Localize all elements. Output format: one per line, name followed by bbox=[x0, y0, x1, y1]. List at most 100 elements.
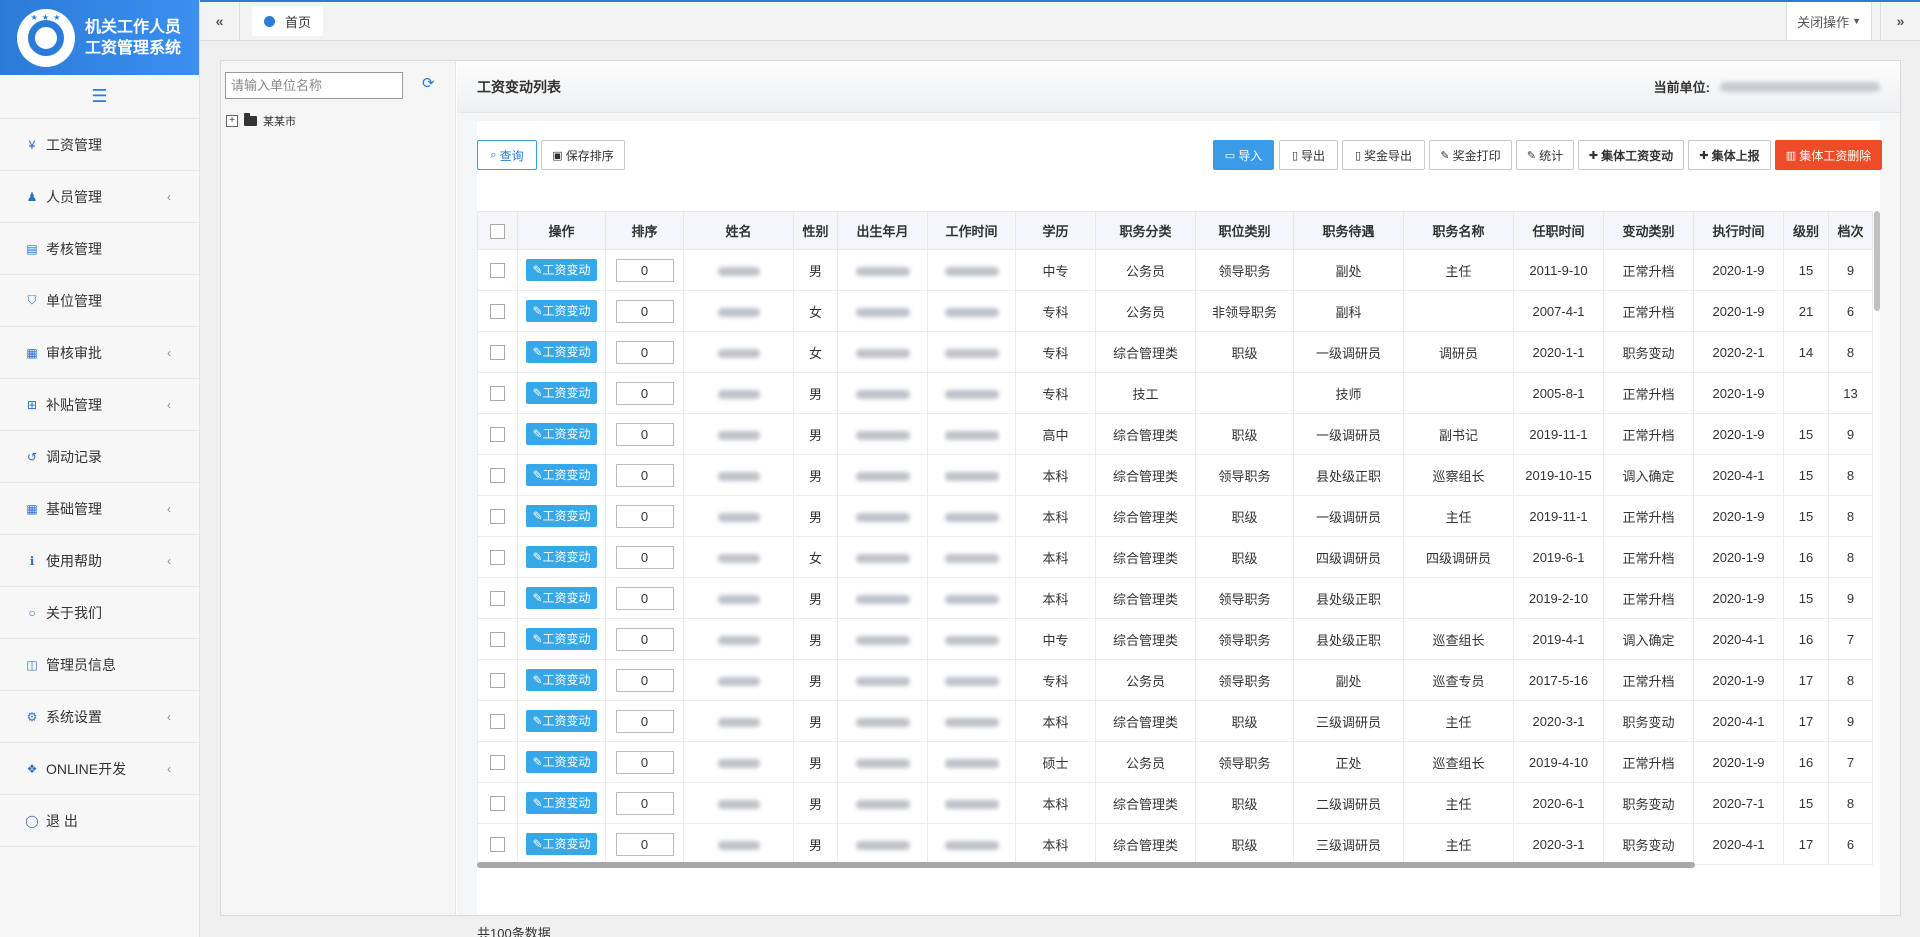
row-select-cell[interactable] bbox=[477, 495, 518, 537]
sort-input[interactable] bbox=[615, 258, 674, 282]
salary-change-button[interactable]: ✎工资变动 bbox=[526, 587, 597, 609]
row-checkbox[interactable] bbox=[490, 386, 505, 402]
row-select-cell[interactable] bbox=[477, 700, 518, 742]
salary-change-button[interactable]: ✎工资变动 bbox=[526, 710, 597, 732]
salary-change-button[interactable]: ✎工资变动 bbox=[526, 300, 597, 322]
sidebar-item-5[interactable]: ⊞ 补贴管理 ‹ bbox=[0, 379, 199, 431]
row-select-cell[interactable] bbox=[477, 249, 518, 291]
salary-change-button[interactable]: ✎工资变动 bbox=[526, 505, 597, 527]
salary-change-button[interactable]: ✎工资变动 bbox=[526, 423, 597, 445]
sort-input[interactable] bbox=[615, 545, 674, 569]
salary-change-button[interactable]: ✎工资变动 bbox=[526, 382, 597, 404]
close-operations-dropdown[interactable]: 关闭操作 ▼ bbox=[1786, 2, 1872, 40]
sort-input[interactable] bbox=[615, 504, 674, 528]
row-checkbox[interactable] bbox=[490, 263, 505, 279]
menu-toggle-button[interactable]: ☰ bbox=[0, 75, 199, 119]
row-checkbox[interactable] bbox=[490, 591, 505, 607]
select-all-checkbox[interactable] bbox=[490, 223, 505, 239]
sidebar-item-2[interactable]: ▤ 考核管理 bbox=[0, 223, 199, 275]
bonus-print-button[interactable]: ✎ 奖金打印 bbox=[1429, 140, 1512, 170]
tab-home[interactable]: 首页 bbox=[252, 6, 324, 36]
sort-input[interactable] bbox=[615, 709, 674, 733]
salary-change-button[interactable]: ✎工资变动 bbox=[526, 669, 597, 691]
salary-change-button[interactable]: ✎工资变动 bbox=[526, 628, 597, 650]
sidebar-item-1[interactable]: ♟ 人员管理 ‹ bbox=[0, 171, 199, 223]
group-report-button[interactable]: ✚ 集体上报 bbox=[1688, 140, 1771, 170]
salary-change-button[interactable]: ✎工资变动 bbox=[526, 341, 597, 363]
unit-search-input[interactable] bbox=[225, 72, 403, 99]
refresh-icon[interactable]: ⟳ bbox=[422, 74, 435, 92]
expand-icon[interactable]: + bbox=[226, 115, 238, 127]
row-select-cell[interactable] bbox=[477, 741, 518, 783]
sidebar-item-12[interactable]: ❖ ONLINE开发 ‹ bbox=[0, 743, 199, 795]
save-sort-button[interactable]: ▣ 保存排序 bbox=[541, 140, 625, 170]
row-select-cell[interactable] bbox=[477, 659, 518, 701]
sidebar-item-9[interactable]: ○ 关于我们 bbox=[0, 587, 199, 639]
circle-icon: ○ bbox=[28, 605, 36, 620]
sidebar-item-10[interactable]: ◫ 管理员信息 bbox=[0, 639, 199, 691]
sidebar-item-3[interactable]: ⛉ 单位管理 bbox=[0, 275, 199, 327]
sort-input[interactable] bbox=[615, 299, 674, 323]
sort-input[interactable] bbox=[615, 381, 674, 405]
row-select-cell[interactable] bbox=[477, 290, 518, 332]
sidebar-item-7[interactable]: ▦ 基础管理 ‹ bbox=[0, 483, 199, 535]
bonus-export-button[interactable]: ▯ 奖金导出 bbox=[1342, 140, 1425, 170]
row-select-cell[interactable] bbox=[477, 331, 518, 373]
row-checkbox[interactable] bbox=[490, 345, 505, 361]
sort-input[interactable] bbox=[615, 422, 674, 446]
row-checkbox[interactable] bbox=[490, 755, 505, 771]
horizontal-scrollbar[interactable] bbox=[477, 862, 1695, 868]
row-checkbox[interactable] bbox=[490, 837, 505, 853]
sort-input[interactable] bbox=[615, 463, 674, 487]
scroll-tabs-right-button[interactable]: » bbox=[1880, 2, 1920, 40]
sidebar-item-6[interactable]: ↺ 调动记录 bbox=[0, 431, 199, 483]
work-start-redacted bbox=[944, 676, 999, 686]
sidebar-item-13[interactable]: ◯ 退 出 bbox=[0, 795, 199, 847]
sidebar-item-0[interactable]: ¥ 工资管理 bbox=[0, 119, 199, 171]
row-checkbox[interactable] bbox=[490, 468, 505, 484]
row-select-cell[interactable] bbox=[477, 782, 518, 824]
row-select-cell[interactable] bbox=[477, 372, 518, 414]
row-checkbox[interactable] bbox=[490, 714, 505, 730]
row-checkbox[interactable] bbox=[490, 427, 505, 443]
salary-change-button[interactable]: ✎工资变动 bbox=[526, 259, 597, 281]
row-select-cell[interactable] bbox=[477, 618, 518, 660]
row-checkbox[interactable] bbox=[490, 550, 505, 566]
salary-change-button[interactable]: ✎工资变动 bbox=[526, 464, 597, 486]
sort-input[interactable] bbox=[615, 750, 674, 774]
sort-input[interactable] bbox=[615, 668, 674, 692]
row-checkbox[interactable] bbox=[490, 796, 505, 812]
query-button[interactable]: ⌕ 查询 bbox=[477, 140, 537, 170]
row-select-cell[interactable] bbox=[477, 454, 518, 496]
scroll-tabs-left-button[interactable]: « bbox=[200, 2, 240, 40]
import-button[interactable]: ▭ 导入 bbox=[1213, 140, 1274, 170]
row-select-cell[interactable] bbox=[477, 413, 518, 455]
sort-input[interactable] bbox=[615, 791, 674, 815]
row-checkbox[interactable] bbox=[490, 632, 505, 648]
row-checkbox[interactable] bbox=[490, 304, 505, 320]
salary-change-button[interactable]: ✎工资变动 bbox=[526, 792, 597, 814]
sidebar-item-11[interactable]: ⚙ 系统设置 ‹ bbox=[0, 691, 199, 743]
sort-input[interactable] bbox=[615, 832, 674, 856]
salary-change-button[interactable]: ✎工资变动 bbox=[526, 833, 597, 855]
row-select-cell[interactable] bbox=[477, 823, 518, 865]
row-select-cell[interactable] bbox=[477, 536, 518, 578]
column-header[interactable] bbox=[477, 211, 518, 250]
group-salary-change-button[interactable]: ✚ 集体工资变动 bbox=[1578, 140, 1684, 170]
salary-change-button[interactable]: ✎工资变动 bbox=[526, 751, 597, 773]
sidebar-item-4[interactable]: ▦ 审核审批 ‹ bbox=[0, 327, 199, 379]
sidebar-item-8[interactable]: ℹ 使用帮助 ‹ bbox=[0, 535, 199, 587]
sort-input[interactable] bbox=[615, 627, 674, 651]
row-checkbox[interactable] bbox=[490, 673, 505, 689]
salary-change-button[interactable]: ✎工资变动 bbox=[526, 546, 597, 568]
title-cell: 巡察组长 bbox=[1403, 454, 1514, 496]
row-checkbox[interactable] bbox=[490, 509, 505, 525]
stats-button[interactable]: ✎ 统计 bbox=[1516, 140, 1574, 170]
vertical-scrollbar[interactable] bbox=[1874, 211, 1880, 311]
sort-input[interactable] bbox=[615, 586, 674, 610]
row-select-cell[interactable] bbox=[477, 577, 518, 619]
tree-node-root[interactable]: + 某某市 bbox=[226, 113, 296, 129]
export-button[interactable]: ▯ 导出 bbox=[1279, 140, 1338, 170]
group-salary-delete-button[interactable]: ▥ 集体工资删除 bbox=[1775, 140, 1882, 170]
sort-input[interactable] bbox=[615, 340, 674, 364]
